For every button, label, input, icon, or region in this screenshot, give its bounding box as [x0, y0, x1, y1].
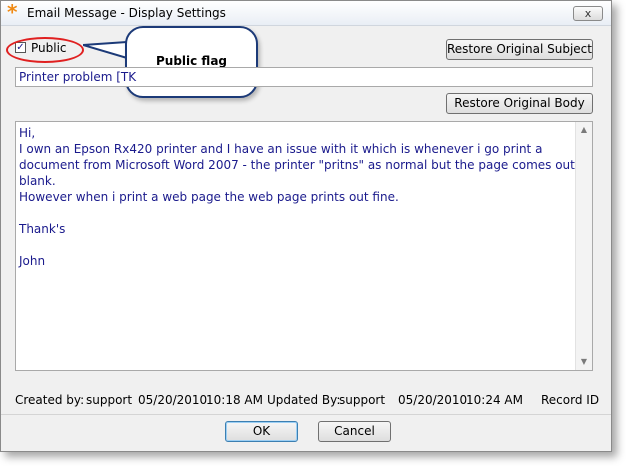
asterisk-app-icon: * [7, 0, 18, 24]
created-by-label: Created by: [15, 393, 85, 407]
record-id-label: Record ID [541, 393, 600, 407]
updated-time: 10:24 AM [466, 393, 523, 407]
body-line: document from Microsoft Word 2007 - the … [19, 158, 575, 172]
restore-original-subject-button[interactable]: Restore Original Subject [446, 39, 593, 60]
dialog-window: * Email Message - Display Settings x ✓ P… [0, 0, 612, 452]
body-line: Thank's [19, 222, 66, 236]
created-time: 10:18 AM [206, 393, 263, 407]
subject-input[interactable]: Printer problem [TK [15, 67, 593, 87]
annotation-callout: Public flag [125, 26, 258, 98]
body-line [19, 205, 575, 221]
cancel-button[interactable]: Cancel [318, 421, 391, 442]
restore-original-body-button[interactable]: Restore Original Body [446, 93, 593, 114]
updated-date: 05/20/2010 [398, 393, 468, 407]
divider [1, 414, 611, 415]
body-line [19, 237, 575, 253]
scroll-up-arrow-icon[interactable]: ▲ [576, 122, 592, 138]
highlight-ellipse [6, 37, 84, 63]
status-bar: Created by: support 05/20/2010 10:18 AM … [15, 393, 599, 409]
body-text: Hi, I own an Epson Rx420 printer and I h… [19, 125, 575, 269]
callout-pointer [83, 41, 128, 59]
scroll-down-arrow-icon[interactable]: ▼ [576, 354, 592, 370]
body-line: However when i print a web page the web … [19, 190, 399, 204]
updated-by-user: support [339, 393, 386, 407]
close-button[interactable]: x [573, 6, 603, 21]
ok-button[interactable]: OK [225, 421, 298, 442]
body-line: John [19, 254, 46, 268]
created-by-user: support [86, 393, 133, 407]
title-bar[interactable]: * Email Message - Display Settings x [1, 1, 611, 26]
body-line: I own an Epson Rx420 printer and I have … [19, 142, 543, 156]
body-textarea[interactable]: Hi, I own an Epson Rx420 printer and I h… [15, 121, 593, 371]
vertical-scrollbar[interactable]: ▲ ▼ [575, 122, 592, 370]
callout-text: Public flag [155, 54, 228, 68]
created-date: 05/20/2010 [138, 393, 208, 407]
body-line: blank. [19, 174, 56, 188]
updated-by-label: Updated By: [267, 393, 341, 407]
window-title: Email Message - Display Settings [27, 6, 226, 20]
body-line: Hi, [19, 126, 36, 140]
